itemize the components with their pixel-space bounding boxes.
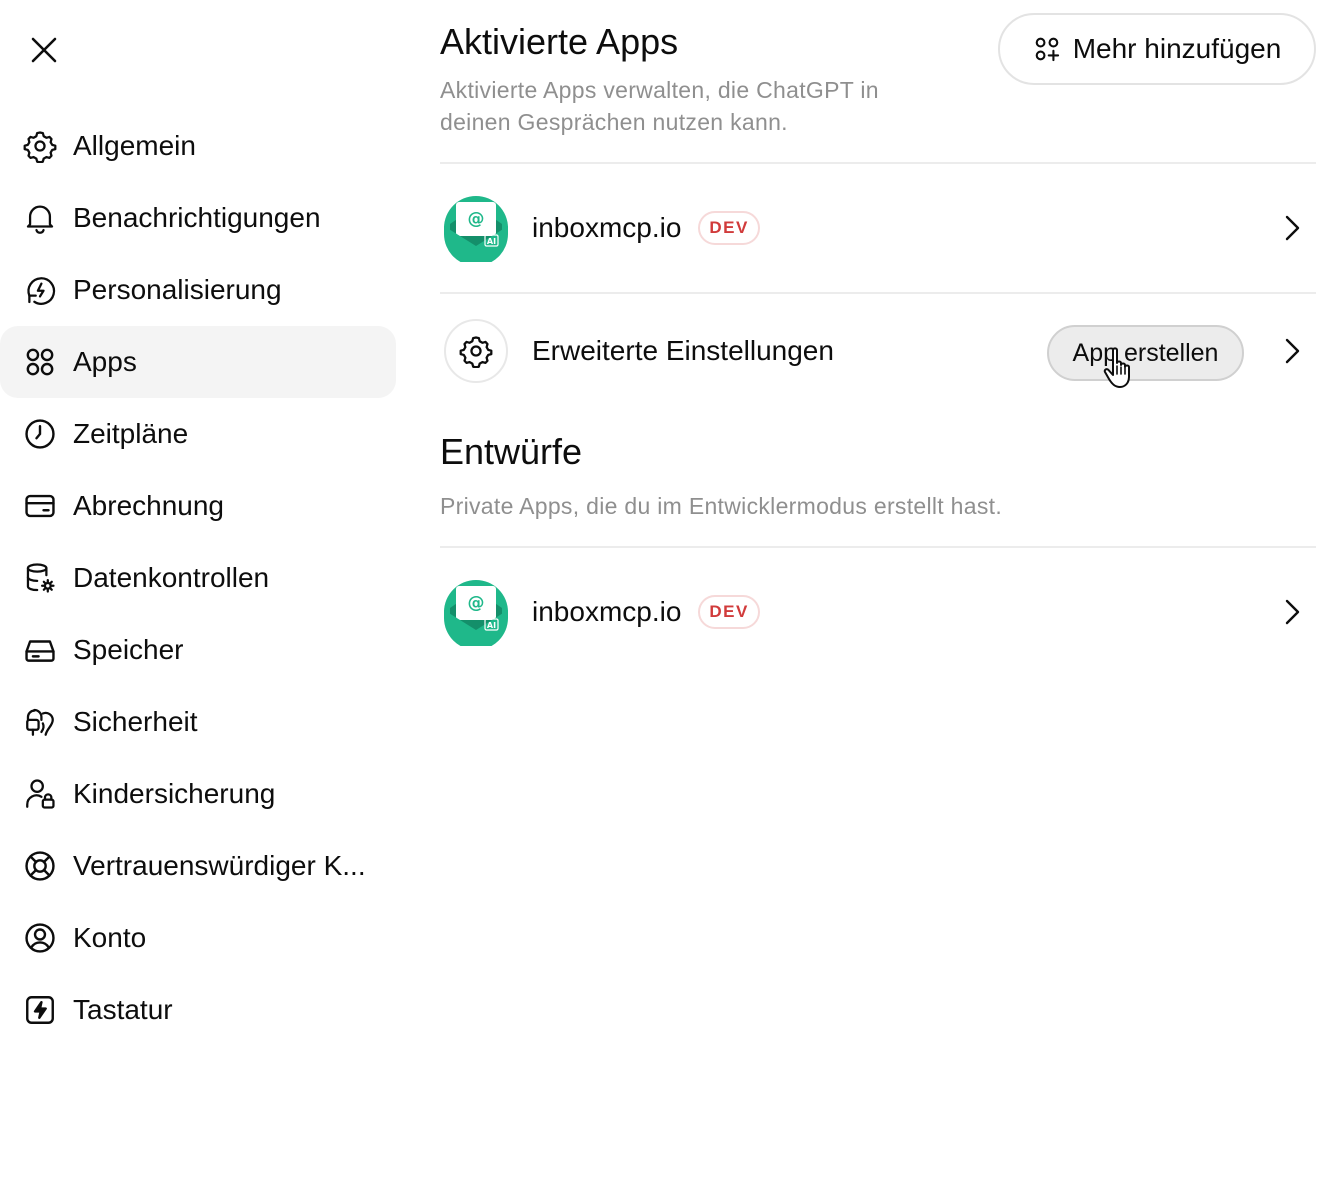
sidebar-item-benachrichtigungen[interactable]: Benachrichtigungen	[0, 182, 396, 254]
sidebar-item-zeitplaene[interactable]: Zeitpläne	[0, 398, 396, 470]
clock-icon	[22, 416, 58, 452]
enabled-apps-title: Aktivierte Apps	[440, 21, 679, 62]
sidebar-item-label: Datenkontrollen	[73, 562, 270, 593]
sidebar-item-label: Speicher	[73, 634, 184, 665]
apps-add-icon	[1035, 37, 1059, 62]
close-button[interactable]	[22, 28, 66, 72]
advanced-settings-icon-container	[444, 319, 508, 383]
inbox-mail-app-icon: @ AI	[444, 580, 508, 646]
settings-dialog: Allgemein Benachrichtigungen Personalisi…	[0, 0, 1332, 1178]
sidebar-item-label: Zeitpläne	[73, 418, 189, 449]
gear-icon	[459, 336, 493, 368]
sidebar-item-apps[interactable]: Apps	[0, 326, 396, 398]
chevron-right-icon	[1285, 599, 1300, 625]
sidebar-item-label: Kindersicherung	[73, 778, 276, 809]
sidebar-item-label: Tastatur	[73, 994, 173, 1025]
lifebuoy-icon	[22, 848, 58, 884]
enabled-app-row[interactable]: @ AI inboxmcp.io DEV	[440, 164, 1316, 292]
settings-sidebar: Allgemein Benachrichtigungen Personalisi…	[0, 110, 396, 1046]
dev-badge: DEV	[698, 595, 760, 629]
app-icon-ai-tag: AI	[487, 621, 496, 630]
person-lock-icon	[22, 776, 58, 812]
drafts-header: Entwürfe Private Apps, die du im Entwick…	[440, 408, 1316, 546]
chevron-right-icon	[1285, 215, 1300, 241]
keyboard-bolt-icon	[22, 992, 58, 1028]
advanced-settings-row[interactable]: Erweiterte Einstellungen App erstellen	[440, 294, 1316, 408]
drafts-title: Entwürfe	[440, 431, 583, 472]
gear-icon	[22, 128, 58, 164]
apps-settings-panel: Aktivierte Apps Aktivierte Apps verwalte…	[440, 0, 1316, 676]
enabled-apps-subtitle-line2: deinen Gesprächen nutzen kann.	[440, 109, 788, 135]
sidebar-item-abrechnung[interactable]: Abrechnung	[0, 470, 396, 542]
sidebar-item-tastatur[interactable]: Tastatur	[0, 974, 396, 1046]
sidebar-item-label: Benachrichtigungen	[73, 202, 321, 233]
sidebar-item-sicherheit[interactable]: Sicherheit	[0, 686, 396, 758]
draft-app-row[interactable]: @ AI inboxmcp.io DEV	[440, 548, 1316, 676]
chevron-right-icon	[1285, 338, 1300, 364]
advanced-settings-label: Erweiterte Einstellungen	[532, 335, 834, 366]
sidebar-item-datenkontrollen[interactable]: Datenkontrollen	[0, 542, 396, 614]
sidebar-item-konto[interactable]: Konto	[0, 902, 396, 974]
sidebar-item-vertrauenswuerdiger-kontakt[interactable]: Vertrauenswürdiger K...	[0, 830, 396, 902]
sidebar-item-label: Personalisierung	[73, 274, 282, 305]
dev-badge: DEV	[698, 211, 760, 245]
sidebar-item-label: Konto	[73, 922, 147, 953]
sidebar-item-speicher[interactable]: Speicher	[0, 614, 396, 686]
drafts-subtitle: Private Apps, die du im Entwicklermodus …	[440, 493, 1003, 519]
sidebar-item-kindersicherung[interactable]: Kindersicherung	[0, 758, 396, 830]
sidebar-item-label: Apps	[73, 346, 137, 377]
create-app-button[interactable]: App erstellen	[1047, 325, 1244, 381]
inbox-mail-app-icon: @ AI	[444, 196, 508, 262]
database-gear-icon	[22, 560, 58, 596]
sidebar-item-label: Sicherheit	[73, 706, 198, 737]
app-name: inboxmcp.io	[532, 596, 682, 627]
close-icon	[31, 37, 57, 63]
sidebar-item-label: Abrechnung	[73, 490, 225, 521]
sidebar-item-allgemein[interactable]: Allgemein	[0, 110, 396, 182]
clock-arrow-icon	[22, 272, 58, 308]
bell-icon	[22, 200, 58, 236]
add-more-apps-button[interactable]: Mehr hinzufügen	[998, 13, 1316, 85]
app-name: inboxmcp.io	[532, 212, 682, 243]
apps-grid-icon	[22, 344, 58, 380]
storage-drive-icon	[22, 632, 58, 668]
enabled-apps-header: Aktivierte Apps Aktivierte Apps verwalte…	[440, 0, 1316, 162]
credit-card-icon	[22, 488, 58, 524]
user-circle-icon	[22, 920, 58, 956]
security-lock-icon	[22, 704, 58, 740]
app-icon-ai-tag: AI	[487, 237, 496, 246]
app-icon-at-sign: @	[468, 209, 485, 229]
enabled-apps-subtitle-line1: Aktivierte Apps verwalten, die ChatGPT i…	[440, 77, 879, 103]
sidebar-item-label: Vertrauenswürdiger K...	[73, 850, 366, 881]
sidebar-item-label: Allgemein	[73, 130, 196, 161]
app-icon-at-sign: @	[468, 593, 485, 613]
add-more-apps-label: Mehr hinzufügen	[1072, 33, 1282, 64]
sidebar-item-personalisierung[interactable]: Personalisierung	[0, 254, 396, 326]
